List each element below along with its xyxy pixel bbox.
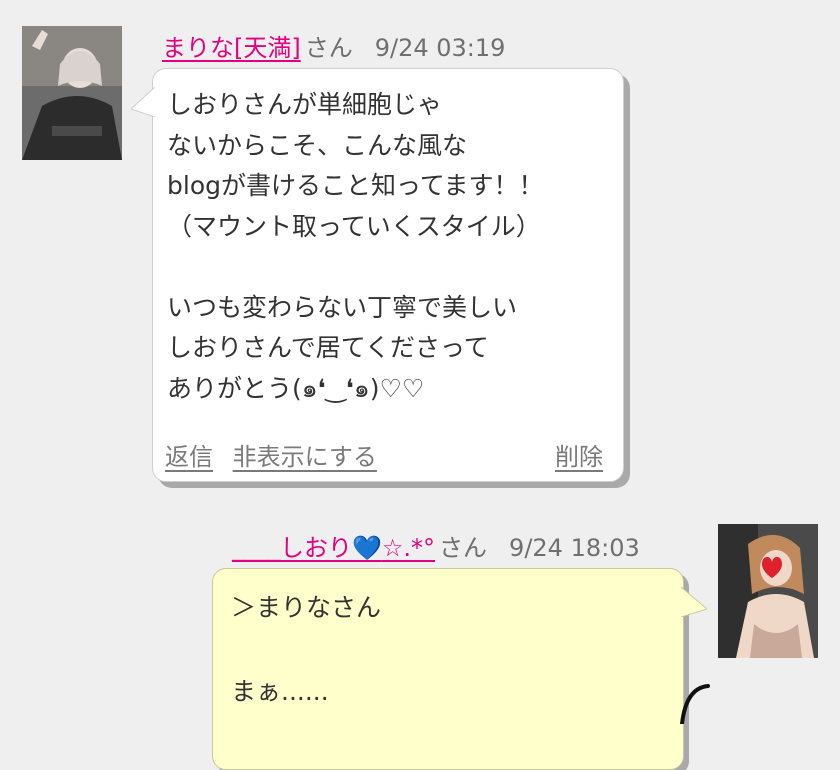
blue-heart-icon: 💙 <box>352 534 382 562</box>
scroll-curve-icon <box>680 684 710 724</box>
hide-link[interactable]: 非表示にする <box>233 443 377 471</box>
sender-name-link[interactable]: まりな[天満] <box>162 34 301 62</box>
avatar-shiori[interactable] <box>718 524 818 658</box>
avatar-photo-icon <box>22 26 122 160</box>
sender-name: ____しおり <box>232 534 352 562</box>
message-body: しおりさんが単細胞じゃ ないからこそ、こんな風な blogが書けること知ってます… <box>167 90 544 403</box>
message-header: まりな[天満] さん 9/24 03:19 <box>162 28 505 63</box>
bubble-tail-icon <box>681 587 707 617</box>
message-actions: 返信 非表示にする 削除 <box>165 437 603 472</box>
sender-name-link[interactable]: ____しおり💙☆.*° <box>232 534 435 562</box>
message-body: ＞まりなさん まぁ...... <box>231 593 382 706</box>
message-header: ____しおり💙☆.*° さん 9/24 18:03 <box>232 528 640 563</box>
message-bubble: しおりさんが単細胞じゃ ないからこそ、こんな風な blogが書けること知ってます… <box>131 68 624 482</box>
reply-link[interactable]: 返信 <box>165 443 213 471</box>
honorific: さん <box>439 534 488 562</box>
bubble-tail-icon <box>131 87 155 117</box>
avatar-marina[interactable] <box>22 26 122 160</box>
avatar-photo-icon <box>718 524 818 658</box>
timestamp: 9/24 18:03 <box>509 534 640 562</box>
honorific: さん <box>304 34 353 62</box>
message-bubble: ＞まりなさん まぁ...... <box>212 568 707 770</box>
delete-link[interactable]: 削除 <box>555 437 603 472</box>
sender-name-suffix: ☆.*° <box>381 534 436 562</box>
timestamp: 9/24 03:19 <box>374 34 506 62</box>
